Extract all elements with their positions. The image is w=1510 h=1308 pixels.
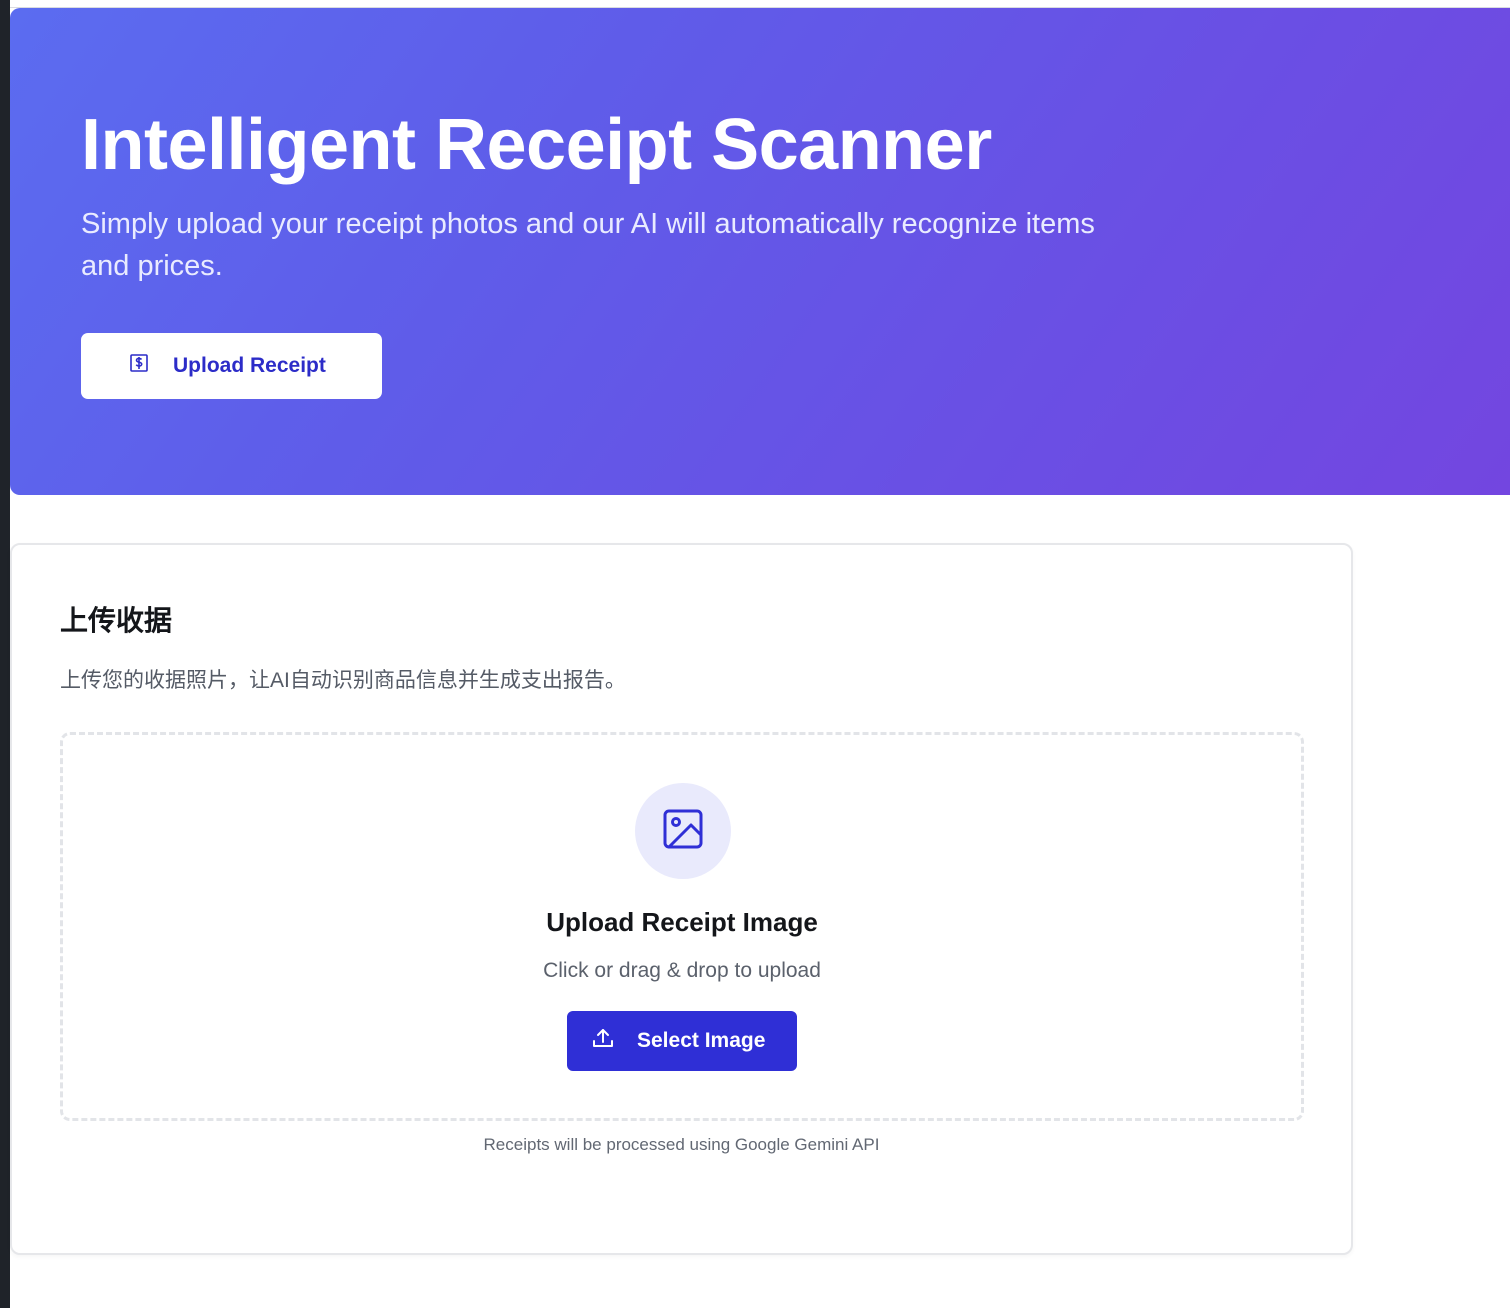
upload-dropzone[interactable]: Upload Receipt Image Click or drag & dro…	[60, 732, 1304, 1121]
image-icon-circle	[635, 783, 731, 879]
dropzone-subtitle: Click or drag & drop to upload	[543, 959, 821, 982]
api-footnote: Receipts will be processed using Google …	[483, 1135, 880, 1154]
hero-title: Intelligent Receipt Scanner	[81, 105, 992, 185]
upload-receipt-label: Upload Receipt	[173, 354, 326, 377]
card-description: 上传您的收据照片，让AI自动识别商品信息并生成支出报告。	[60, 669, 626, 692]
upload-card: 上传收据 上传您的收据照片，让AI自动识别商品信息并生成支出报告。 Upload…	[10, 543, 1353, 1255]
window-top-bar	[10, 0, 1510, 8]
hero-banner: Intelligent Receipt Scanner Simply uploa…	[10, 8, 1510, 495]
image-icon	[662, 808, 704, 855]
receipt-dollar-icon	[129, 353, 149, 379]
dropzone-title: Upload Receipt Image	[546, 907, 818, 937]
upload-icon	[591, 1026, 615, 1056]
select-image-button[interactable]: Select Image	[567, 1011, 797, 1071]
select-image-label: Select Image	[637, 1029, 766, 1052]
card-title: 上传收据	[60, 605, 173, 636]
window-edge	[0, 0, 10, 1308]
hero-subtitle: Simply upload your receipt photos and ou…	[81, 208, 1095, 282]
upload-receipt-button[interactable]: Upload Receipt	[81, 333, 382, 399]
